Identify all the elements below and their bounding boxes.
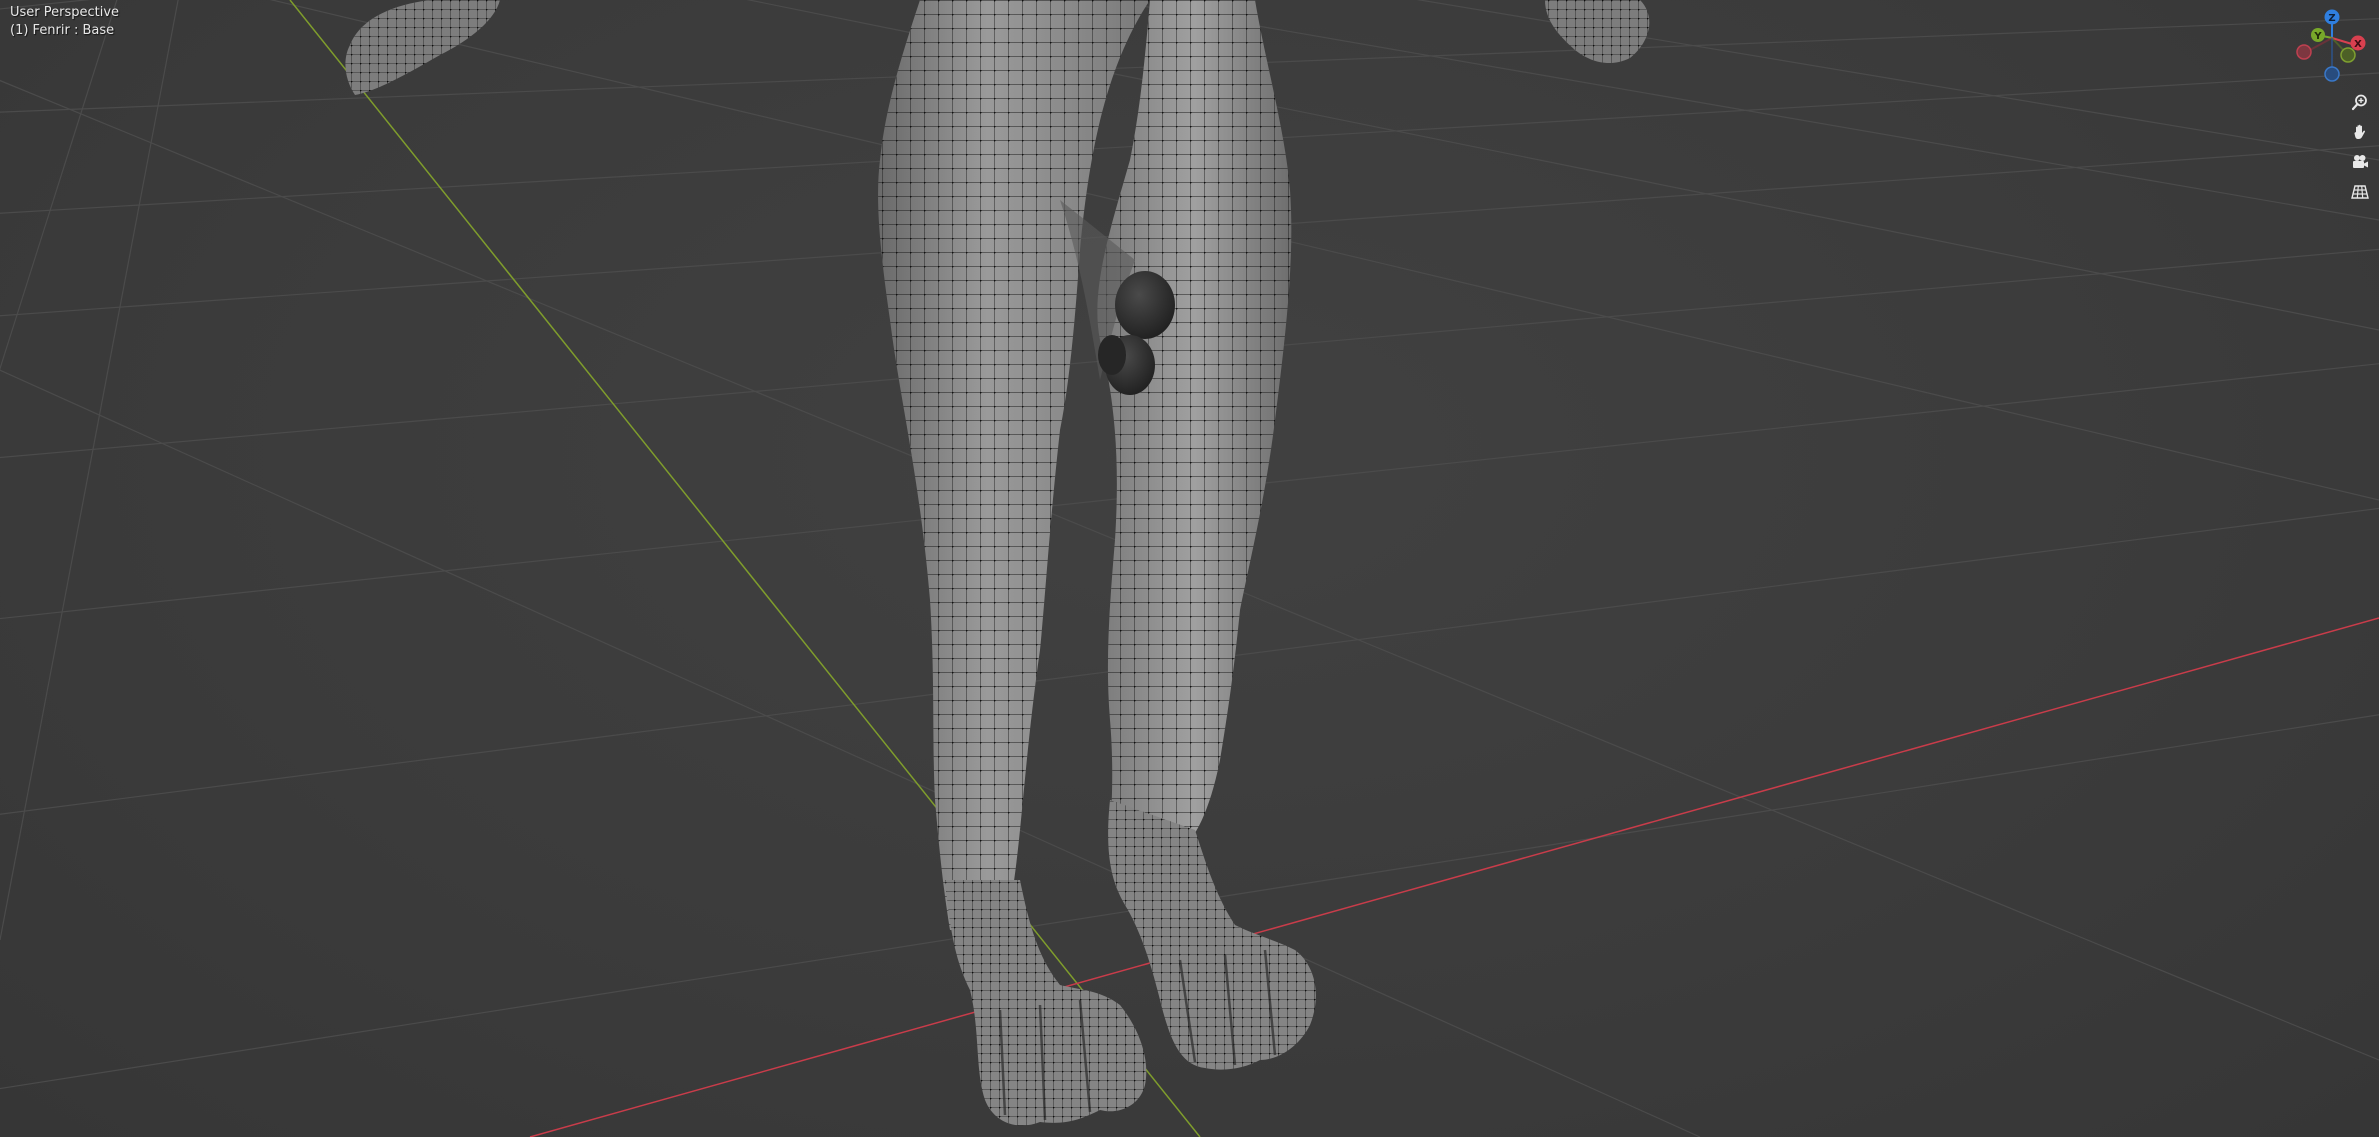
3d-viewport[interactable]: User Perspective (1) Fenrir : Base Z Y X bbox=[0, 0, 2379, 1137]
gizmo-axis-x[interactable]: X bbox=[2350, 35, 2366, 51]
mesh-hand-right bbox=[1545, 0, 1650, 64]
mesh-foot-right bbox=[1108, 800, 1316, 1070]
hand-icon bbox=[2354, 124, 2366, 139]
gizmo-z-label: Z bbox=[2328, 13, 2335, 24]
mesh-foot-left bbox=[945, 880, 1147, 1126]
gizmo-axis-z[interactable]: Z bbox=[2324, 9, 2340, 25]
gizmo-axis-neg-y[interactable] bbox=[2340, 47, 2356, 63]
viewport-scene[interactable] bbox=[0, 0, 2379, 1137]
view-mode-label: User Perspective bbox=[10, 5, 120, 20]
mesh-hand-left bbox=[345, 0, 500, 95]
grid-icon bbox=[2351, 185, 2369, 199]
gizmo-x-label: X bbox=[2354, 39, 2362, 50]
active-object-label: (1) Fenrir : Base bbox=[10, 23, 115, 38]
camera-view-button[interactable] bbox=[2346, 148, 2374, 176]
mesh-body bbox=[878, 0, 1316, 1126]
gizmo-axis-y[interactable]: Y bbox=[2311, 28, 2325, 42]
x-axis-line bbox=[529, 617, 2379, 1137]
gizmo-axis-neg-x[interactable] bbox=[2296, 44, 2312, 60]
perspective-toggle-button[interactable] bbox=[2346, 178, 2374, 206]
gizmo-y-label: Y bbox=[2313, 31, 2322, 42]
gizmo-axis-neg-z[interactable] bbox=[2324, 66, 2340, 82]
navigation-gizmo[interactable]: Z Y X bbox=[2290, 8, 2370, 84]
zoom-button[interactable] bbox=[2346, 88, 2374, 116]
pan-button[interactable] bbox=[2346, 118, 2374, 146]
magnifier-icon bbox=[2351, 94, 2367, 111]
camera-icon bbox=[2353, 155, 2368, 168]
